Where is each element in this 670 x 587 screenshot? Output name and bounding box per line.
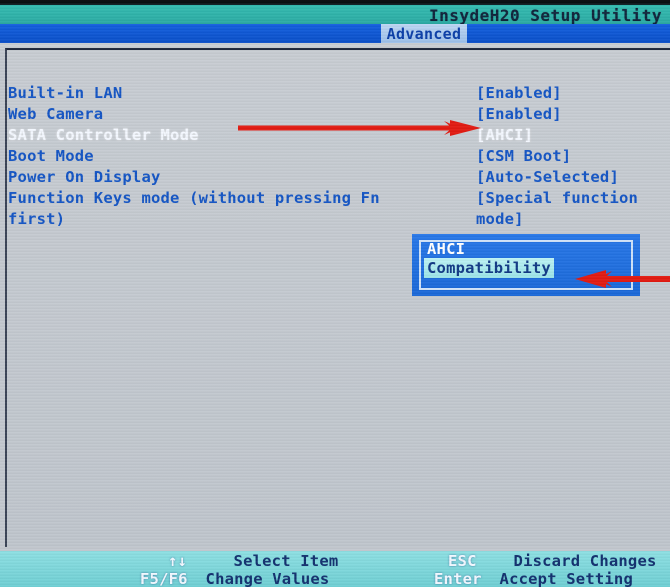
help-bar: ↑↓ Select Item F5/F6 Change Values ESC D… — [0, 551, 670, 587]
settings-list: Built-in LAN [Enabled] Web Camera [Enabl… — [8, 83, 670, 230]
table-row[interactable]: Power On Display [Auto-Selected] — [8, 167, 670, 188]
setting-label: Built-in LAN — [8, 84, 123, 102]
table-row[interactable]: Boot Mode [CSM Boot] — [8, 146, 670, 167]
help-entry-accept-setting: Enter Accept Setting — [434, 570, 633, 587]
setting-value-sata-controller-mode[interactable]: [AHCI] — [476, 125, 670, 146]
tab-advanced[interactable]: Advanced — [381, 24, 467, 43]
setting-value[interactable]: [Enabled] — [476, 104, 670, 125]
help-entry-select-item: ↑↓ Select Item — [168, 552, 338, 570]
help-desc-change-values: Change Values — [205, 570, 330, 587]
help-key-enter: Enter — [434, 570, 482, 587]
setting-value[interactable]: [Special function mode] — [476, 188, 670, 230]
help-key-esc: ESC — [448, 552, 477, 570]
tab-advanced-label: Advanced — [386, 24, 462, 43]
help-key-arrows: ↑↓ — [168, 552, 188, 570]
setting-value[interactable]: [Enabled] — [476, 83, 670, 104]
table-row[interactable]: Function Keys mode (without pressing Fn … — [8, 188, 670, 230]
setting-label: Power On Display — [8, 168, 161, 186]
menu-tab-bar[interactable] — [0, 24, 670, 43]
setting-label: Boot Mode — [8, 147, 94, 165]
dropdown-option-compatibility[interactable]: Compatibility — [424, 258, 554, 278]
arrow-to-compatibility-option — [574, 268, 670, 290]
help-desc-select-item: Select Item — [233, 552, 339, 570]
help-desc-discard-changes: Discard Changes — [513, 552, 657, 570]
arrow-to-sata-value — [238, 118, 482, 138]
setting-value[interactable]: [CSM Boot] — [476, 146, 670, 167]
help-entry-change-values: F5/F6 Change Values — [140, 570, 329, 587]
title-bar: InsydeH20 Setup Utility — [0, 5, 670, 25]
help-entry-discard-changes: ESC Discard Changes — [448, 552, 657, 570]
help-key-f5-f6: F5/F6 — [140, 570, 188, 587]
help-desc-accept-setting: Accept Setting — [499, 570, 633, 587]
dropdown-option-ahci[interactable]: AHCI — [424, 239, 468, 259]
bios-setup-screen: InsydeH20 Setup Utility Advanced Built-i… — [0, 0, 670, 587]
page-title: InsydeH20 Setup Utility — [428, 6, 662, 25]
setting-value[interactable]: [Auto-Selected] — [476, 167, 670, 188]
table-row[interactable]: Built-in LAN [Enabled] — [8, 83, 670, 104]
setting-label: Function Keys mode (without pressing Fn … — [8, 189, 380, 228]
